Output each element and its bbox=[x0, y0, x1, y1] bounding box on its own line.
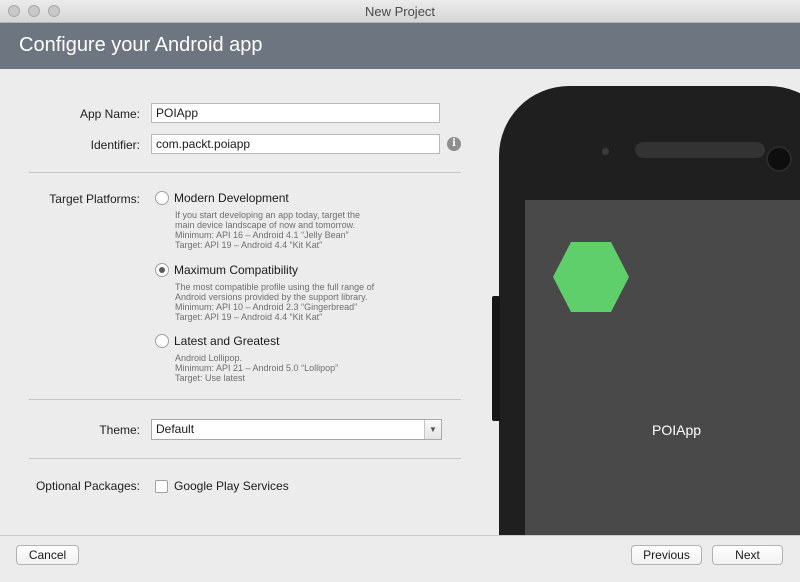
title-bar: New Project bbox=[0, 0, 800, 23]
google-play-services-checkbox[interactable] bbox=[155, 480, 168, 493]
google-play-services-label: Google Play Services bbox=[174, 479, 289, 493]
footer-bar: Cancel Previous Next bbox=[0, 535, 800, 582]
app-icon bbox=[553, 242, 629, 312]
cancel-button[interactable]: Cancel bbox=[16, 545, 79, 565]
sensor-dot bbox=[602, 148, 609, 155]
page-title: Configure your Android app bbox=[19, 34, 263, 56]
next-button[interactable]: Next bbox=[712, 545, 783, 565]
earpiece bbox=[635, 142, 765, 158]
option-desc-modern-development: If you start developing an app today, ta… bbox=[175, 210, 360, 250]
phone-side-button bbox=[492, 296, 500, 421]
info-icon[interactable]: i bbox=[447, 137, 461, 151]
phone-mockup: POIApp bbox=[499, 86, 800, 535]
identifier-label: Identifier: bbox=[90, 138, 140, 152]
divider bbox=[29, 172, 461, 173]
chevron-down-icon: ▼ bbox=[424, 420, 441, 439]
device-preview: POIApp bbox=[479, 69, 800, 535]
option-title-maximum-compatibility: Maximum Compatibility bbox=[174, 263, 299, 277]
new-project-window: New Project Configure your Android app A… bbox=[0, 0, 800, 582]
radio-maximum-compatibility[interactable] bbox=[155, 263, 169, 277]
front-camera bbox=[766, 146, 792, 172]
theme-label: Theme: bbox=[99, 423, 140, 437]
target-platforms-label: Target Platforms: bbox=[49, 192, 140, 206]
divider bbox=[29, 458, 461, 459]
app-icon-hexagon bbox=[553, 242, 629, 312]
divider bbox=[29, 399, 461, 400]
option-desc-latest-and-greatest: Android Lollipop. Minimum: API 21 – Andr… bbox=[175, 353, 339, 383]
configuration-form: App Name: POIApp Identifier: com.packt.p… bbox=[0, 69, 478, 535]
theme-select-value: Default bbox=[156, 422, 195, 436]
option-title-modern-development: Modern Development bbox=[174, 191, 289, 205]
radio-modern-development[interactable] bbox=[155, 191, 169, 205]
app-name-field[interactable]: POIApp bbox=[151, 103, 440, 123]
previous-button[interactable]: Previous bbox=[631, 545, 702, 565]
optional-packages-label: Optional Packages: bbox=[35, 479, 140, 493]
window-title: New Project bbox=[364, 4, 436, 19]
page-header: Configure your Android app bbox=[0, 23, 800, 69]
identifier-field[interactable]: com.packt.poiapp bbox=[151, 134, 440, 154]
app-icon-label: POIApp bbox=[652, 422, 702, 438]
option-desc-maximum-compatibility: The most compatible profile using the fu… bbox=[175, 282, 375, 322]
theme-select[interactable]: Default ▼ bbox=[151, 419, 442, 440]
phone-screen: POIApp bbox=[525, 200, 800, 535]
option-title-latest-and-greatest: Latest and Greatest bbox=[174, 334, 280, 348]
app-name-label: App Name: bbox=[79, 107, 140, 121]
radio-latest-and-greatest[interactable] bbox=[155, 334, 169, 348]
